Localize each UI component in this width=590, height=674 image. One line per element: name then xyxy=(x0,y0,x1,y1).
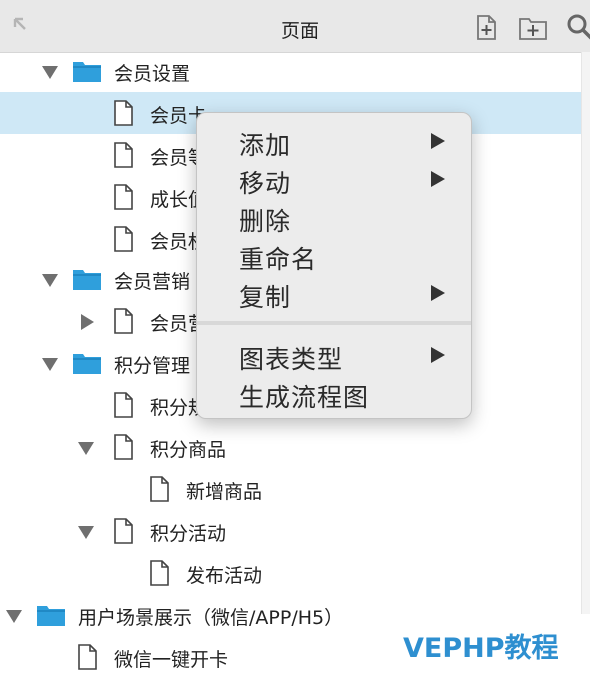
menu-item-label: 图表类型 xyxy=(239,345,344,374)
menu-item-label: 添加 xyxy=(239,131,292,160)
menu-item-rename[interactable]: 重命名 xyxy=(197,235,471,274)
submenu-arrow-icon xyxy=(431,347,445,363)
submenu-arrow-icon xyxy=(431,285,445,301)
tree-row-label: 会员设置 xyxy=(114,63,191,85)
menu-separator xyxy=(197,321,471,325)
folder-icon xyxy=(73,354,101,374)
folder-icon xyxy=(73,62,101,82)
watermark-text: VEPHP教程 xyxy=(403,633,559,664)
page-icon xyxy=(114,392,133,418)
submenu-arrow-icon xyxy=(431,171,445,187)
page-icon xyxy=(114,434,133,460)
menu-item-move[interactable]: 移动 xyxy=(197,159,471,198)
page-icon xyxy=(114,100,133,126)
tree-row[interactable]: 积分活动 xyxy=(0,510,582,552)
context-menu: 添加 移动 删除 重命名 复制 图表类型 生成流程图 xyxy=(196,112,472,419)
tree-row-label: 积分活动 xyxy=(150,523,227,545)
menu-item-label: 删除 xyxy=(239,207,292,236)
page-icon xyxy=(114,142,133,168)
disclosure-expanded-icon[interactable] xyxy=(41,355,59,373)
page-icon xyxy=(114,184,133,210)
menu-item-add[interactable]: 添加 xyxy=(197,121,471,160)
tree-row[interactable]: 新增商品 xyxy=(0,468,582,510)
menu-item-delete[interactable]: 删除 xyxy=(197,197,471,236)
disclosure-expanded-icon[interactable] xyxy=(77,439,95,457)
page-panel-header: 页面 xyxy=(0,0,590,53)
page-icon xyxy=(78,644,97,670)
vertical-scrollbar[interactable] xyxy=(581,52,590,674)
tree-row-label: 发布活动 xyxy=(186,565,263,587)
page-icon xyxy=(114,226,133,252)
menu-item-generate-flowchart[interactable]: 生成流程图 xyxy=(197,373,471,412)
disclosure-expanded-icon[interactable] xyxy=(5,607,23,625)
menu-item-label: 重命名 xyxy=(239,245,318,274)
menu-item-label: 移动 xyxy=(239,169,292,198)
tree-row[interactable]: 积分商品 xyxy=(0,426,582,468)
tree-row[interactable]: 发布活动 xyxy=(0,552,582,594)
tree-row-label: 积分商品 xyxy=(150,439,227,461)
folder-icon xyxy=(37,606,65,626)
page-icon xyxy=(114,518,133,544)
page-icon xyxy=(114,308,133,334)
page-icon xyxy=(150,560,169,586)
tree-row-label: 积分管理 xyxy=(114,355,191,377)
tree-row-label: 微信一键开卡 xyxy=(114,649,229,671)
add-folder-icon[interactable] xyxy=(518,12,548,42)
disclosure-expanded-icon[interactable] xyxy=(41,63,59,81)
page-icon xyxy=(150,476,169,502)
folder-icon xyxy=(73,270,101,290)
tree-row[interactable]: 会员设置 xyxy=(0,52,582,92)
watermark: VEPHP教程 xyxy=(367,614,590,674)
disclosure-collapsed-icon[interactable] xyxy=(78,313,96,331)
tree-row-label: 用户场景展示（微信/APP/H5） xyxy=(78,607,344,629)
tree-row-label: 会员营销 xyxy=(114,271,191,293)
add-page-icon[interactable] xyxy=(472,12,502,42)
menu-item-duplicate[interactable]: 复制 xyxy=(197,273,471,312)
disclosure-expanded-icon[interactable] xyxy=(77,523,95,541)
tree-row-label: 新增商品 xyxy=(186,481,263,503)
menu-item-label: 生成流程图 xyxy=(239,383,370,412)
menu-item-label: 复制 xyxy=(239,283,292,312)
disclosure-expanded-icon[interactable] xyxy=(41,271,59,289)
submenu-arrow-icon xyxy=(431,133,445,149)
search-icon[interactable] xyxy=(565,12,590,42)
menu-item-diagram-type[interactable]: 图表类型 xyxy=(197,335,471,374)
